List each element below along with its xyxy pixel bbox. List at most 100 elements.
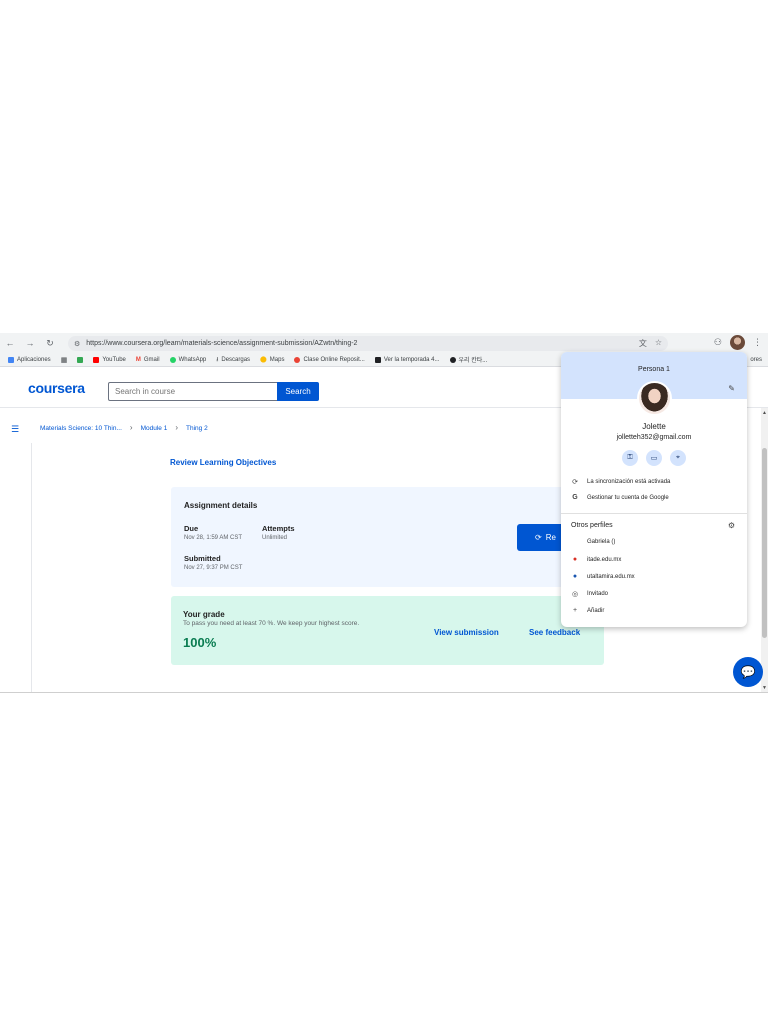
grade-subtitle: To pass you need at least 70 %. We keep … xyxy=(183,620,360,627)
sidebar-divider xyxy=(31,443,32,692)
pencil-icon[interactable]: ✎ xyxy=(728,384,735,393)
profile-item-label: Invitado xyxy=(587,591,609,597)
browser-toolbar: ← → ↻ ⚙ https://www.coursera.org/learn/m… xyxy=(0,333,768,353)
breadcrumb-course[interactable]: Materials Science: 10 Thin... xyxy=(40,425,122,432)
breadcrumb-item[interactable]: Thing 2 xyxy=(186,425,208,432)
bookmark-gmail[interactable]: M Gmail xyxy=(136,357,160,363)
bookmark-whatsapp[interactable]: WhatsApp xyxy=(169,356,206,363)
credit-card-icon[interactable]: ▭ xyxy=(646,450,662,466)
submitted-value: Nov 27, 9:37 PM CST xyxy=(184,565,243,571)
search-button[interactable]: Search xyxy=(277,382,319,401)
google-g-icon: G xyxy=(572,494,578,501)
manage-account-text: Gestionar tu cuenta de Google xyxy=(587,494,669,501)
gmail-icon: M xyxy=(135,356,141,363)
whatsapp-icon xyxy=(169,356,176,363)
clase-icon xyxy=(294,356,301,363)
sheets-icon xyxy=(77,356,84,363)
grade-title: Your grade xyxy=(183,610,225,619)
person-blue-icon: ● xyxy=(572,573,578,580)
address-bar[interactable]: ⚙ https://www.coursera.org/learn/materia… xyxy=(68,336,668,351)
coursera-logo[interactable]: coursera xyxy=(28,380,85,396)
profile-avatar-button[interactable] xyxy=(730,335,745,350)
bookmark-overflow[interactable]: ores xyxy=(750,357,768,363)
grid-icon: ▦ xyxy=(60,356,68,364)
back-icon[interactable]: ← xyxy=(0,338,20,348)
bookmark-youtube[interactable]: YouTube xyxy=(93,356,126,363)
bookmark-downloads[interactable]: ⭳ Descargas xyxy=(216,355,250,365)
profile-item-utaltamira[interactable]: ● utaltamira.edu.mx xyxy=(571,573,635,580)
bookmark-grid[interactable]: ▦ xyxy=(61,356,68,364)
sync-status-text: La sincronización está activada xyxy=(587,479,671,485)
apps-grid-icon xyxy=(8,356,14,363)
scroll-up-icon[interactable]: ▲ xyxy=(761,410,768,416)
profile-menu: Persona 1 ✎ Jolette jolletteh352@gmail.c… xyxy=(561,352,747,627)
menu-divider xyxy=(561,513,747,514)
submitted-label: Submitted xyxy=(184,554,221,563)
review-learning-objectives-link[interactable]: Review Learning Objectives xyxy=(170,458,276,467)
attempts-label: Attempts xyxy=(262,524,295,533)
chevron-right-icon: › xyxy=(129,423,133,432)
plus-icon: + xyxy=(572,607,578,614)
more-menu-icon[interactable]: ⋮ xyxy=(753,337,762,348)
forward-icon[interactable]: → xyxy=(20,338,40,348)
reload-icon[interactable]: ↻ xyxy=(40,338,60,349)
sync-status-row[interactable]: ⟳ La sincronización está activada xyxy=(571,478,670,486)
download-icon: ⭳ xyxy=(216,356,219,363)
profile-item-guest[interactable]: ◎ Invitado xyxy=(571,590,608,598)
due-value: Nov 28, 1:59 AM CST xyxy=(184,535,243,541)
profile-quick-actions: ⚿ ▭ ⌖ xyxy=(622,450,686,466)
extensions-icon[interactable]: ⚇ xyxy=(714,337,722,348)
grade-value: 100% xyxy=(183,635,217,650)
site-info-icon[interactable]: ⚙ xyxy=(74,340,80,348)
profile-persona: Persona 1 xyxy=(638,366,670,373)
add-profile-row[interactable]: + Añadir xyxy=(571,607,604,614)
chat-icon: 💬 xyxy=(740,665,756,679)
assignment-details-title: Assignment details xyxy=(184,501,258,510)
refresh-icon: ⟳ xyxy=(535,533,542,542)
bookmark-clase[interactable]: Clase Online Reposit... xyxy=(294,356,365,363)
profile-email: jolletteh352@gmail.com xyxy=(616,434,692,441)
see-feedback-link[interactable]: See feedback xyxy=(529,628,580,637)
hamburger-menu-icon[interactable]: ☰ xyxy=(11,424,19,435)
korean-site-icon xyxy=(449,356,456,363)
breadcrumb-module[interactable]: Module 1 xyxy=(141,425,168,432)
assignment-details-card: Assignment details Due Nov 28, 1:59 AM C… xyxy=(171,487,607,587)
page-scrollbar[interactable]: ▲ ▼ xyxy=(761,408,768,692)
scrollbar-thumb[interactable] xyxy=(762,448,767,638)
translate-icon[interactable]: 文 xyxy=(639,338,647,349)
profile-item-label: Gabriela () xyxy=(587,539,616,545)
browser-window: ← → ↻ ⚙ https://www.coursera.org/learn/m… xyxy=(0,333,768,693)
scroll-down-icon[interactable]: ▼ xyxy=(761,685,768,691)
profile-item-label: Añadir xyxy=(587,607,605,614)
manage-account-row[interactable]: G Gestionar tu cuenta de Google xyxy=(571,494,669,501)
bookmark-maps[interactable]: ⬤ Maps xyxy=(260,356,284,364)
due-label: Due xyxy=(184,524,199,533)
profile-item-gabriela[interactable]: Gabriela () xyxy=(571,539,615,545)
profile-item-itade[interactable]: ● itade.edu.mx xyxy=(571,556,621,563)
youtube-icon xyxy=(93,356,100,363)
attempts-value: Unlimited xyxy=(262,535,288,541)
location-pin-icon[interactable]: ⌖ xyxy=(670,450,686,466)
bookmark-apps[interactable]: Aplicaciones xyxy=(8,356,51,363)
grade-card: Your grade To pass you need at least 70 … xyxy=(171,596,604,665)
breadcrumb: Materials Science: 10 Thin... › Module 1… xyxy=(40,423,208,433)
bookmark-sheets[interactable] xyxy=(77,356,84,363)
bookmark-korean[interactable]: 우리 칸타... xyxy=(449,355,487,364)
play-icon xyxy=(374,356,381,363)
guest-icon: ◎ xyxy=(571,591,579,598)
profile-item-label: itade.edu.mx xyxy=(587,556,622,563)
bookmark-temporada[interactable]: Ver la temporada 4... xyxy=(374,356,440,363)
person-red-icon: ● xyxy=(572,556,578,563)
resume-button-label: Re xyxy=(545,533,556,542)
profile-item-label: utaltamira.edu.mx xyxy=(587,573,635,580)
url-text[interactable]: https://www.coursera.org/learn/materials… xyxy=(86,340,357,347)
gear-icon[interactable]: ⚙ xyxy=(728,521,735,530)
avatar xyxy=(637,381,672,416)
other-profiles-label: Otros perfiles xyxy=(571,522,613,529)
chat-button[interactable]: 💬 xyxy=(733,657,763,687)
bookmark-star-icon[interactable]: ☆ xyxy=(655,338,662,349)
course-search-input[interactable] xyxy=(108,382,278,401)
view-submission-link[interactable]: View submission xyxy=(434,628,499,637)
chevron-right-icon: › xyxy=(175,423,178,432)
key-icon[interactable]: ⚿ xyxy=(622,450,638,466)
